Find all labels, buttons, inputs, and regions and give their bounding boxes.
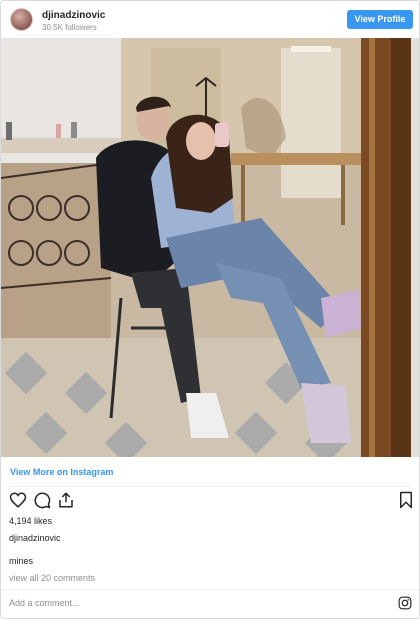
comment-input[interactable]: Add a comment... xyxy=(9,598,80,608)
instagram-embed-card: djinadzinovic 30.5K followers View Profi… xyxy=(0,0,420,619)
view-comments-link[interactable]: view all 20 comments xyxy=(9,573,95,583)
avatar[interactable] xyxy=(10,8,33,31)
post-photo[interactable] xyxy=(1,38,419,457)
username[interactable]: djinadzinovic xyxy=(42,10,105,21)
divider xyxy=(9,486,411,487)
caption-text: mines xyxy=(9,556,34,566)
bookmark-icon[interactable] xyxy=(397,491,415,509)
heart-icon[interactable] xyxy=(9,491,27,509)
divider xyxy=(1,589,419,590)
view-profile-button[interactable]: View Profile xyxy=(347,10,413,29)
post-header: djinadzinovic 30.5K followers View Profi… xyxy=(1,1,419,38)
caption-username[interactable]: djinadzinovic xyxy=(9,533,61,543)
action-bar xyxy=(1,491,419,511)
like-count: 4,194 likes xyxy=(9,516,53,526)
instagram-icon[interactable] xyxy=(398,596,412,610)
view-more-link[interactable]: View More on Instagram xyxy=(10,467,113,477)
follower-count: 30.5K followers xyxy=(42,23,97,32)
comment-icon[interactable] xyxy=(33,491,51,509)
share-icon[interactable] xyxy=(57,491,75,509)
